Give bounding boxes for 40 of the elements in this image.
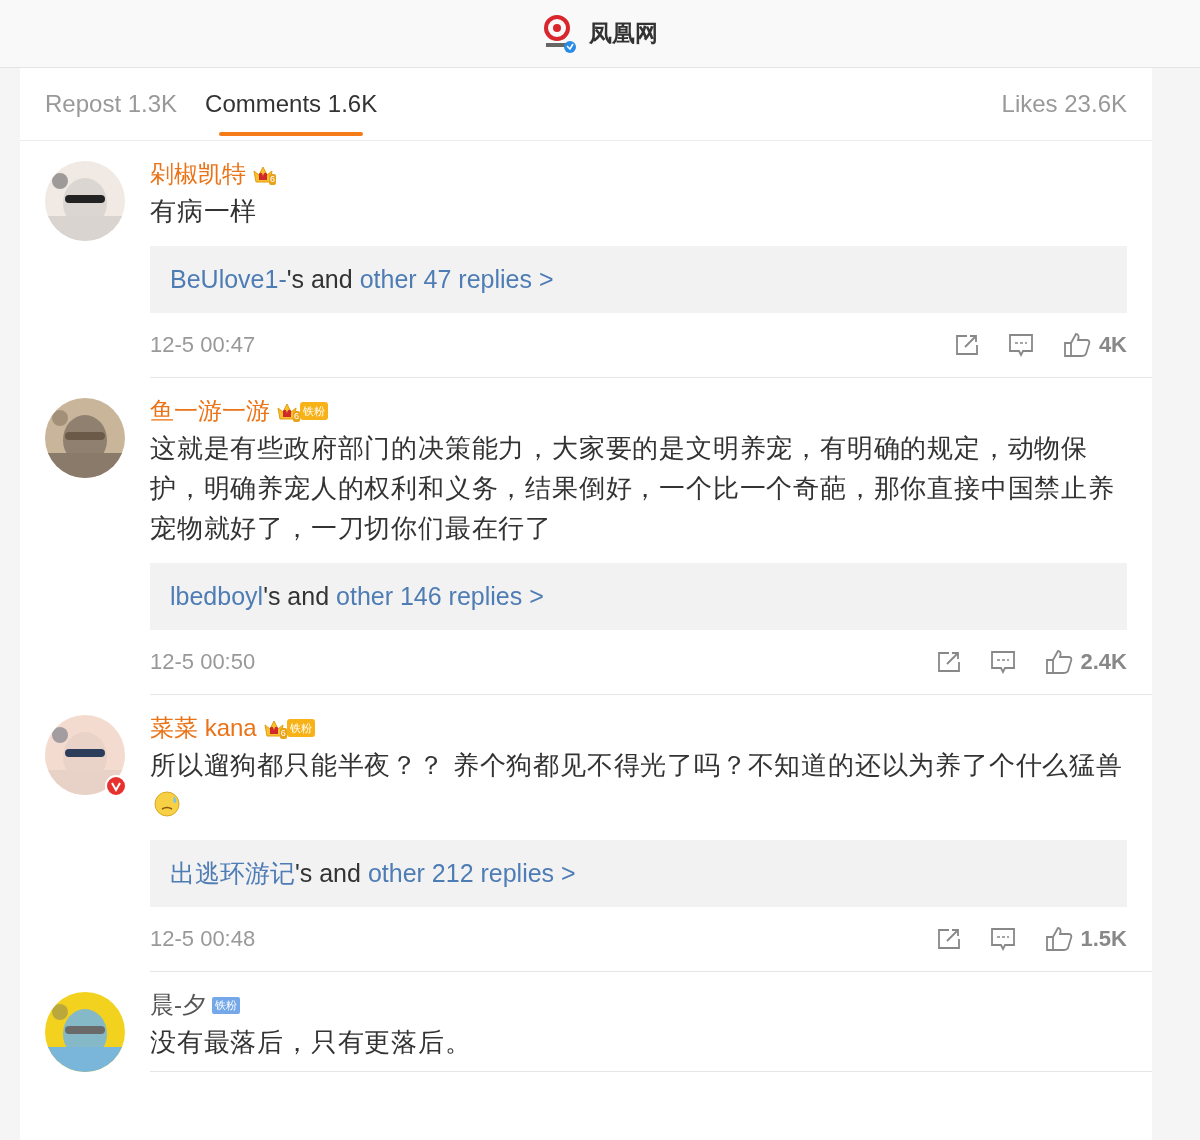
comment-text: 这就是有些政府部门的决策能力，大家要的是文明养宠，有明确的规定，动物保护，明确养宠人的权利和义务，结果倒好，一个比一个奇葩，那你直接中国禁止养宠物就好了，一刀切你们最在行了 — [150, 433, 1115, 543]
fan-badge: 铁粉 — [212, 996, 240, 1014]
like-button[interactable]: 1.5K — [1044, 926, 1127, 952]
comment-icon[interactable] — [1007, 333, 1034, 357]
like-button[interactable]: 2.4K — [1044, 649, 1127, 675]
share-icon[interactable] — [936, 928, 961, 950]
comment-time: 12-5 00:48 — [150, 926, 257, 952]
username[interactable]: 菜菜 kana — [150, 712, 257, 744]
thumbs-up-icon — [1062, 332, 1091, 358]
level-badge: 6 — [293, 411, 300, 422]
replies-link[interactable]: BeUlove1-'s and other 47 replies > — [150, 246, 1127, 313]
replies-link[interactable]: 出逃环游记's and other 212 replies > — [150, 840, 1127, 907]
logo-icon — [542, 13, 577, 54]
comment-text: 有病一样 — [150, 196, 258, 226]
share-icon[interactable] — [954, 334, 979, 356]
username[interactable]: 剁椒凯特 — [150, 158, 246, 190]
comment-time: 12-5 00:47 — [150, 332, 257, 358]
thumbs-up-icon — [1044, 926, 1073, 952]
username[interactable]: 晨-夕 — [150, 989, 206, 1021]
comment-text: 没有最落后，只有更落后。 — [150, 1027, 472, 1057]
site-title: 凤凰网 — [588, 19, 658, 48]
username[interactable]: 鱼一游一游 — [150, 395, 270, 427]
fan-label: 铁粉 — [288, 720, 312, 736]
crown-icon — [262, 718, 285, 738]
comment-icon[interactable] — [989, 927, 1016, 951]
like-button[interactable]: 4K — [1062, 332, 1127, 358]
crown-icon — [276, 401, 298, 421]
tab[interactable]: Repost 1.3K — [45, 68, 178, 140]
level-badge: 6 — [269, 174, 276, 185]
crown-icon — [252, 164, 274, 184]
comment-time: 12-5 00:50 — [150, 649, 257, 675]
comment-text: 所以遛狗都只能半夜？？ 养个狗都见不得光了吗？不知道的还以为养了个什么猛兽 — [150, 750, 1123, 780]
level-badge: 6 — [279, 728, 287, 739]
replies-link[interactable]: lbedboyl's and other 146 replies > — [150, 563, 1127, 630]
tab[interactable]: Likes 23.6K — [1001, 68, 1127, 140]
share-icon[interactable] — [936, 651, 961, 673]
comment-icon[interactable] — [989, 650, 1016, 674]
tab[interactable]: Comments 1.6K — [205, 68, 378, 140]
thumbs-up-icon — [1044, 649, 1073, 675]
fan-label: 铁粉 — [302, 403, 325, 419]
